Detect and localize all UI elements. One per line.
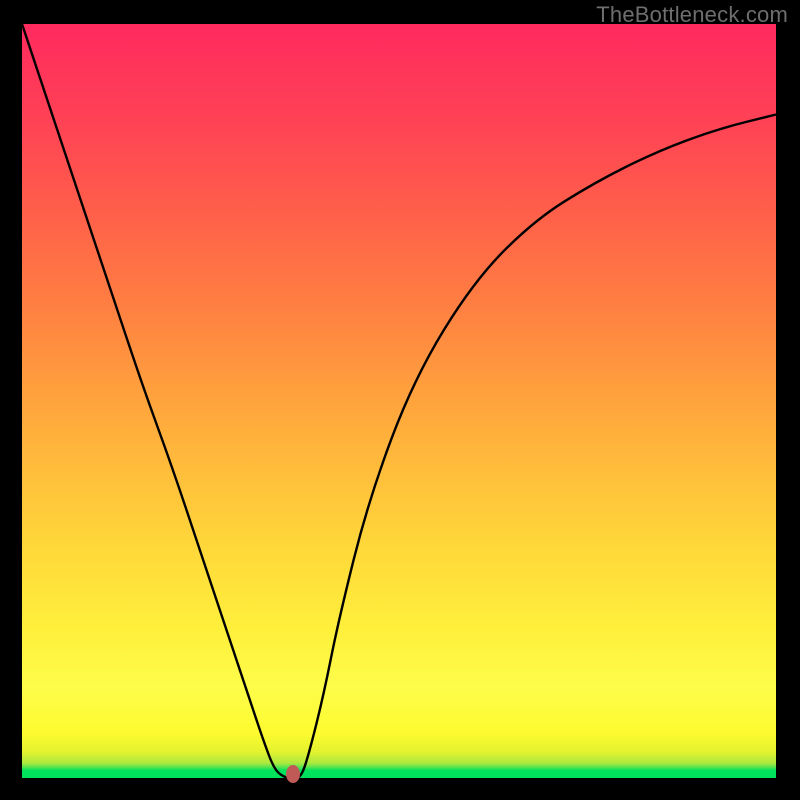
watermark-text: TheBottleneck.com — [596, 2, 788, 28]
bottleneck-curve — [22, 24, 776, 778]
plot-frame — [22, 24, 776, 778]
minimum-marker-icon — [286, 765, 300, 783]
